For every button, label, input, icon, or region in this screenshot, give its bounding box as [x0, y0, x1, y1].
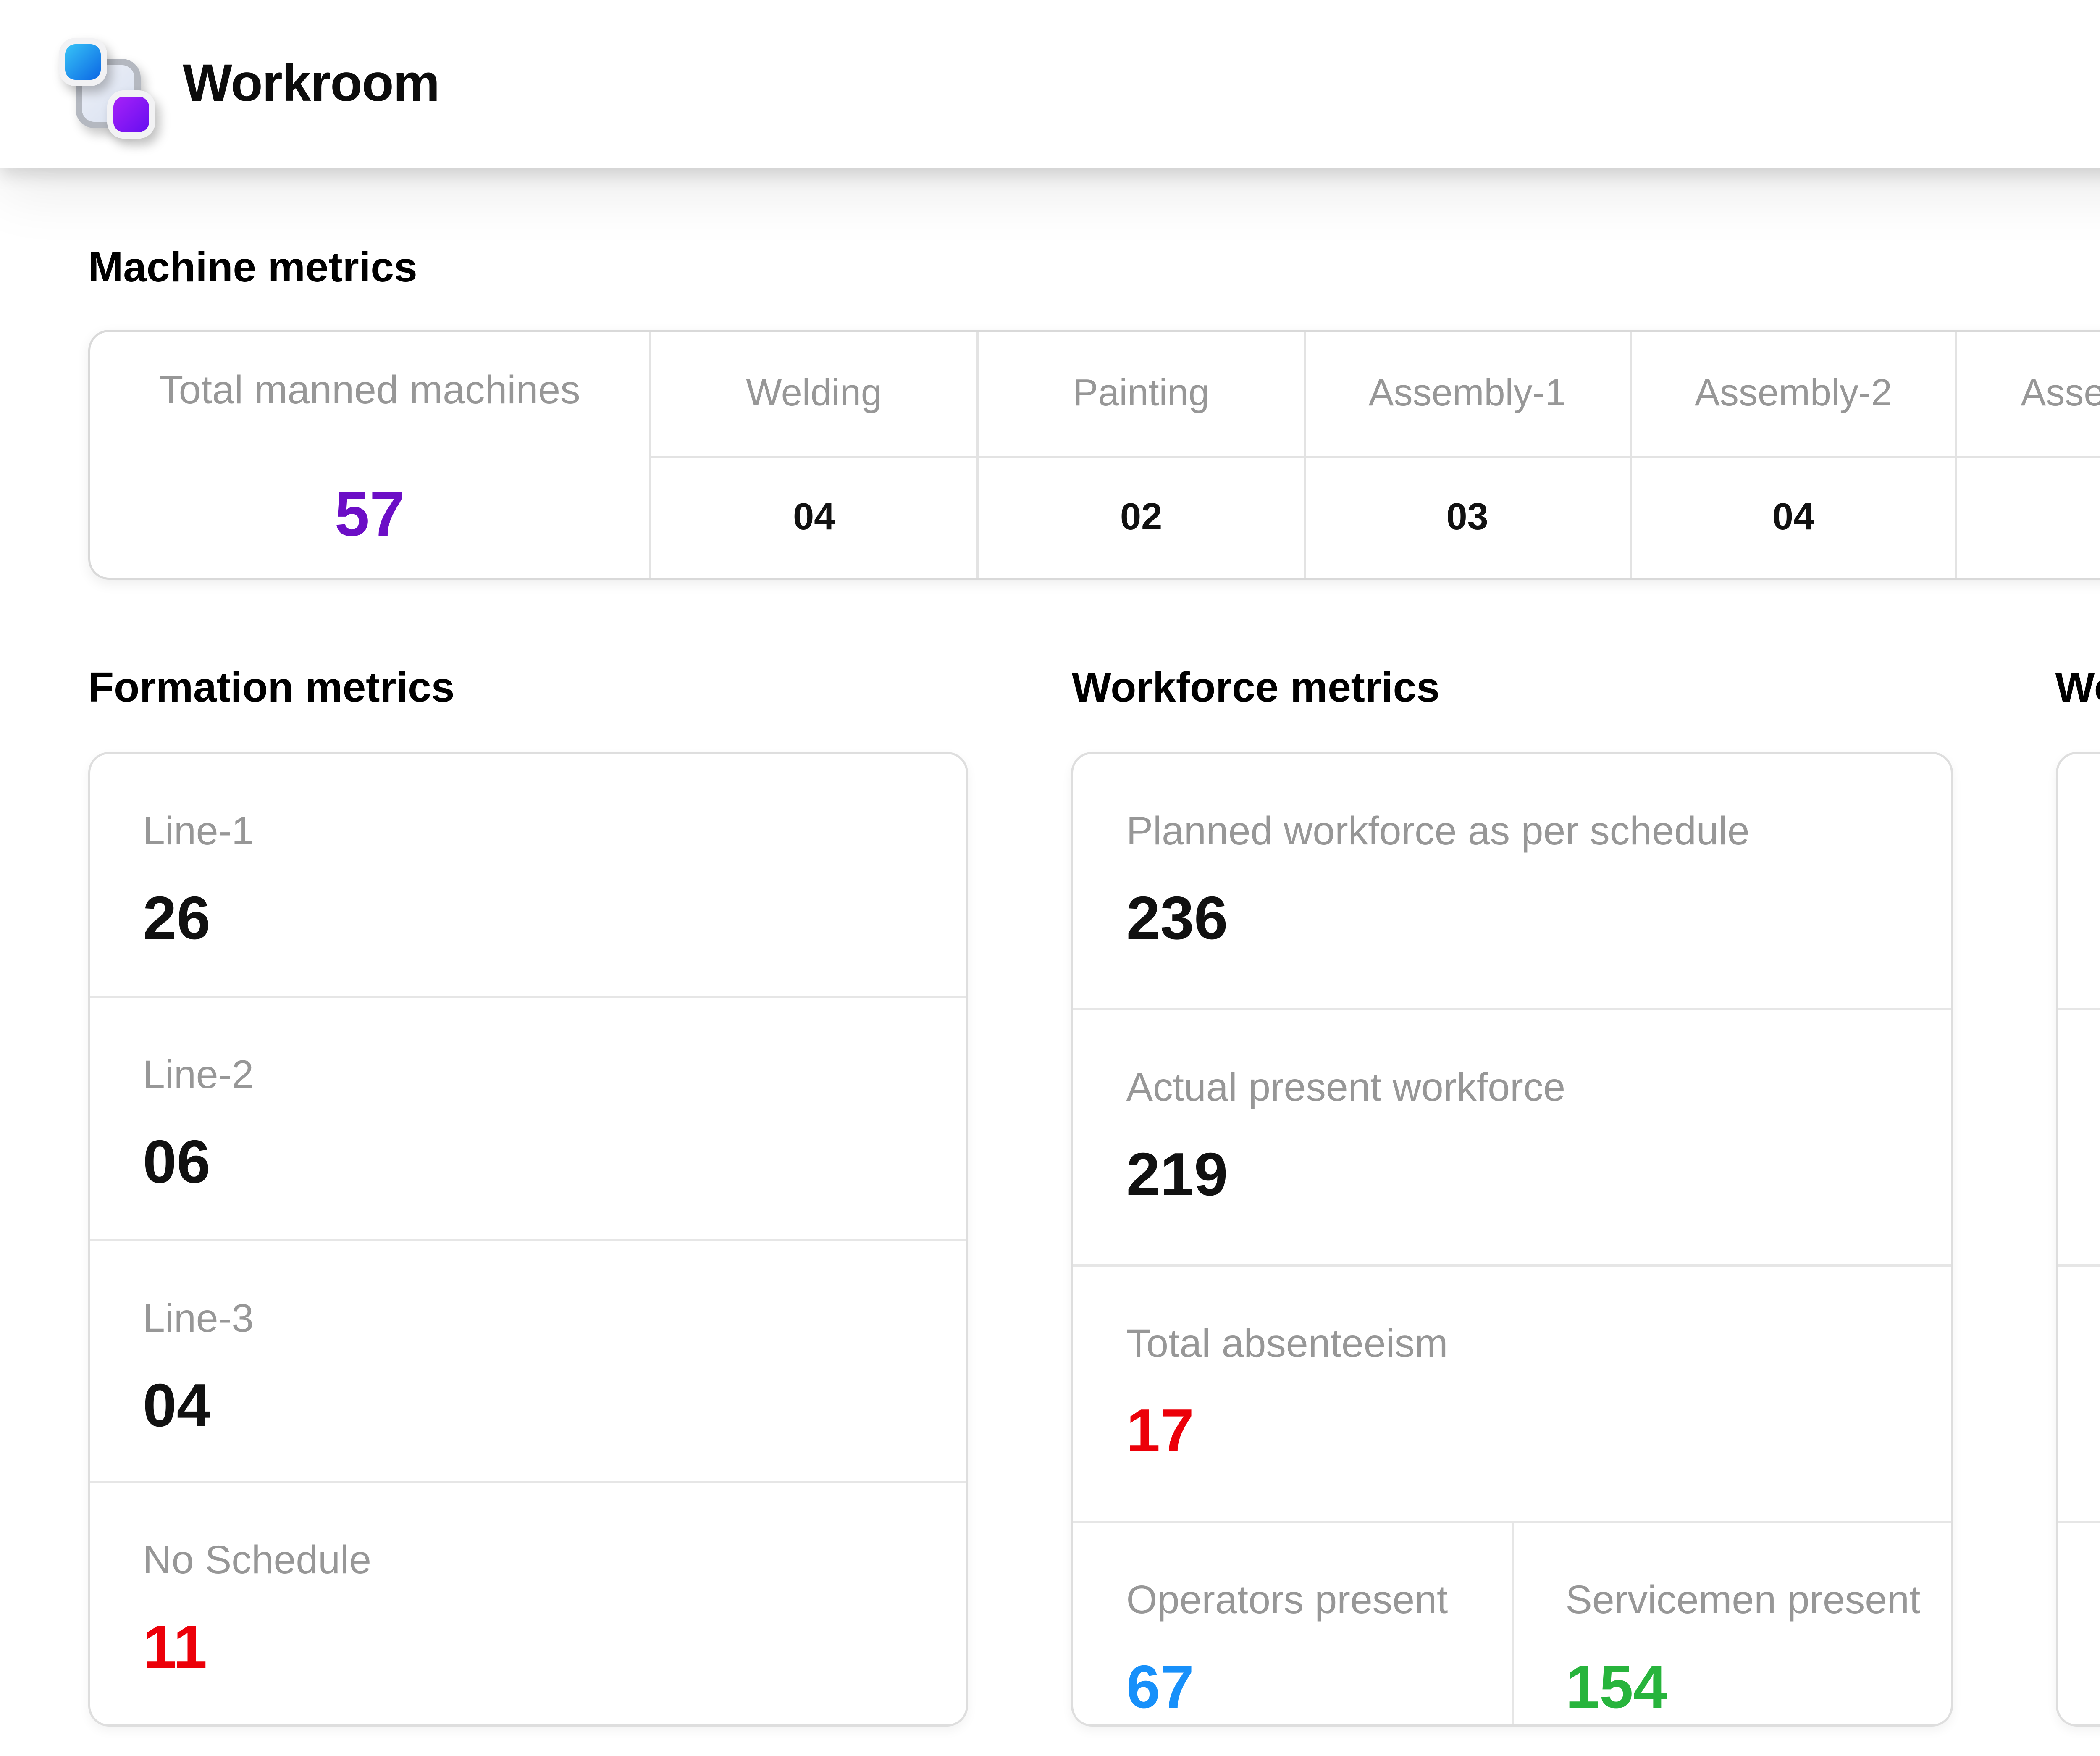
section-title-workforce-statuses: Workforce statuses: [2055, 664, 2100, 714]
workforce-row-present-split: Operators present 67 Servicemen present …: [1074, 1521, 1950, 1724]
metric-label: Actual present workforce: [1126, 1067, 1908, 1113]
metric-value: 11: [143, 1616, 925, 1685]
workforce-row-actual-present: Actual present workforce 219: [1074, 1008, 1950, 1264]
metric-label: Servicemen present: [1566, 1580, 1929, 1626]
machine-metrics-table: Total manned machines 57 Welding 04 Pain…: [88, 330, 2100, 580]
workforce-metrics-group: Workforce metrics Planned workforce as p…: [1072, 664, 1953, 1727]
logo-blue-square: [59, 37, 107, 85]
metric-label: Operators present: [1126, 1580, 1490, 1626]
machine-column-assembly-3: Assembly-3 03: [1956, 332, 2100, 578]
formation-row-line-2: Line-2 06: [90, 995, 967, 1238]
machine-column-assembly-2: Assembly-2 04: [1629, 332, 1955, 578]
metric-value: 26: [143, 886, 925, 956]
total-manned-machines-cell: Total manned machines 57: [90, 332, 651, 578]
workroom-dashboard: Workroom Machine metrics Total manned ma…: [0, 0, 2100, 1756]
app-header: Workroom: [0, 0, 2100, 168]
machine-value: 03: [2098, 496, 2100, 540]
machine-label: Painting: [1073, 372, 1209, 416]
formation-row-line-3: Line-3 04: [90, 1238, 967, 1482]
status-row-upgrades-ot-split: Upgrades 02 OT granted 04: [2057, 1521, 2100, 1724]
metric-value: 17: [1126, 1399, 1908, 1468]
status-row-available: Available workforce 18: [2057, 1008, 2100, 1264]
machine-value: 04: [793, 496, 835, 540]
total-manned-machines-label: Total manned machines: [159, 370, 580, 416]
metric-label: Line-1: [143, 811, 925, 857]
logo-purple-square: [107, 89, 155, 138]
machine-column-welding: Welding 04: [651, 332, 977, 578]
metric-label: Line-3: [143, 1297, 925, 1343]
status-row-allocated: Allocated workforce 212: [2057, 754, 2100, 1008]
workforce-row-planned: Planned workforce as per schedule 236: [1074, 754, 1950, 1008]
workforce-cell-operators-present: Operators present 67: [1074, 1523, 1511, 1724]
formation-metrics-card: Line-1 26 Line-2 06 Line-3 04 No Schedul…: [88, 752, 969, 1727]
metric-value: 67: [1126, 1655, 1490, 1724]
metric-value: 04: [143, 1373, 925, 1442]
machine-label: Welding: [746, 372, 882, 416]
metric-label: Line-2: [143, 1054, 925, 1100]
machine-value: 03: [1446, 496, 1488, 540]
section-title-machine-metrics: Machine metrics: [88, 244, 2100, 294]
machine-label: Assembly-1: [1368, 372, 1566, 416]
machine-column-assembly-1: Assembly-1 03: [1303, 332, 1629, 578]
metric-label: Total absenteeism: [1126, 1323, 1908, 1370]
metric-value: 154: [1566, 1655, 1929, 1724]
workroom-logo-icon: [59, 31, 155, 138]
machine-value: 02: [1120, 496, 1162, 540]
workforce-statuses-group: Workforce statuses Allocated workforce 2…: [2055, 664, 2100, 1727]
formation-row-no-schedule: No Schedule 11: [90, 1481, 967, 1724]
section-title-formation-metrics: Formation metrics: [88, 664, 969, 714]
app-title: Workroom: [183, 54, 439, 115]
workforce-cell-servicemen-present: Servicemen present 154: [1511, 1523, 1950, 1724]
workforce-metrics-card: Planned workforce as per schedule 236 Ac…: [1072, 752, 1953, 1727]
section-title-workforce-metrics: Workforce metrics: [1072, 664, 1953, 714]
dashboard-content: Machine metrics Total manned machines 57…: [0, 244, 2100, 1727]
machine-value: 04: [1772, 496, 1814, 540]
metric-label: No Schedule: [143, 1540, 925, 1586]
workforce-statuses-card: Allocated workforce 212 Available workfo…: [2055, 752, 2100, 1727]
metric-value: 219: [1126, 1143, 1908, 1212]
metrics-cards-row: Formation metrics Line-1 26 Line-2 06 Li…: [88, 664, 2100, 1727]
total-manned-machines-value: 57: [335, 481, 405, 552]
metric-label: Planned workforce as per schedule: [1126, 811, 1908, 857]
status-cell-upgrades: Upgrades 02: [2057, 1523, 2100, 1724]
formation-row-line-1: Line-1 26: [90, 754, 967, 995]
machine-label: Assembly-3: [2021, 372, 2100, 416]
metric-value: 236: [1126, 886, 1908, 956]
machine-columns: Welding 04 Painting 02 Assembly-1 03 Ass…: [651, 332, 2100, 578]
machine-label: Assembly-2: [1695, 372, 1892, 416]
status-row-shift-changes: Shift changes 33: [2057, 1264, 2100, 1521]
metric-value: 06: [143, 1130, 925, 1199]
machine-column-painting: Painting 02: [977, 332, 1303, 578]
workforce-row-total-absenteeism: Total absenteeism 17: [1074, 1264, 1950, 1521]
formation-metrics-group: Formation metrics Line-1 26 Line-2 06 Li…: [88, 664, 969, 1727]
